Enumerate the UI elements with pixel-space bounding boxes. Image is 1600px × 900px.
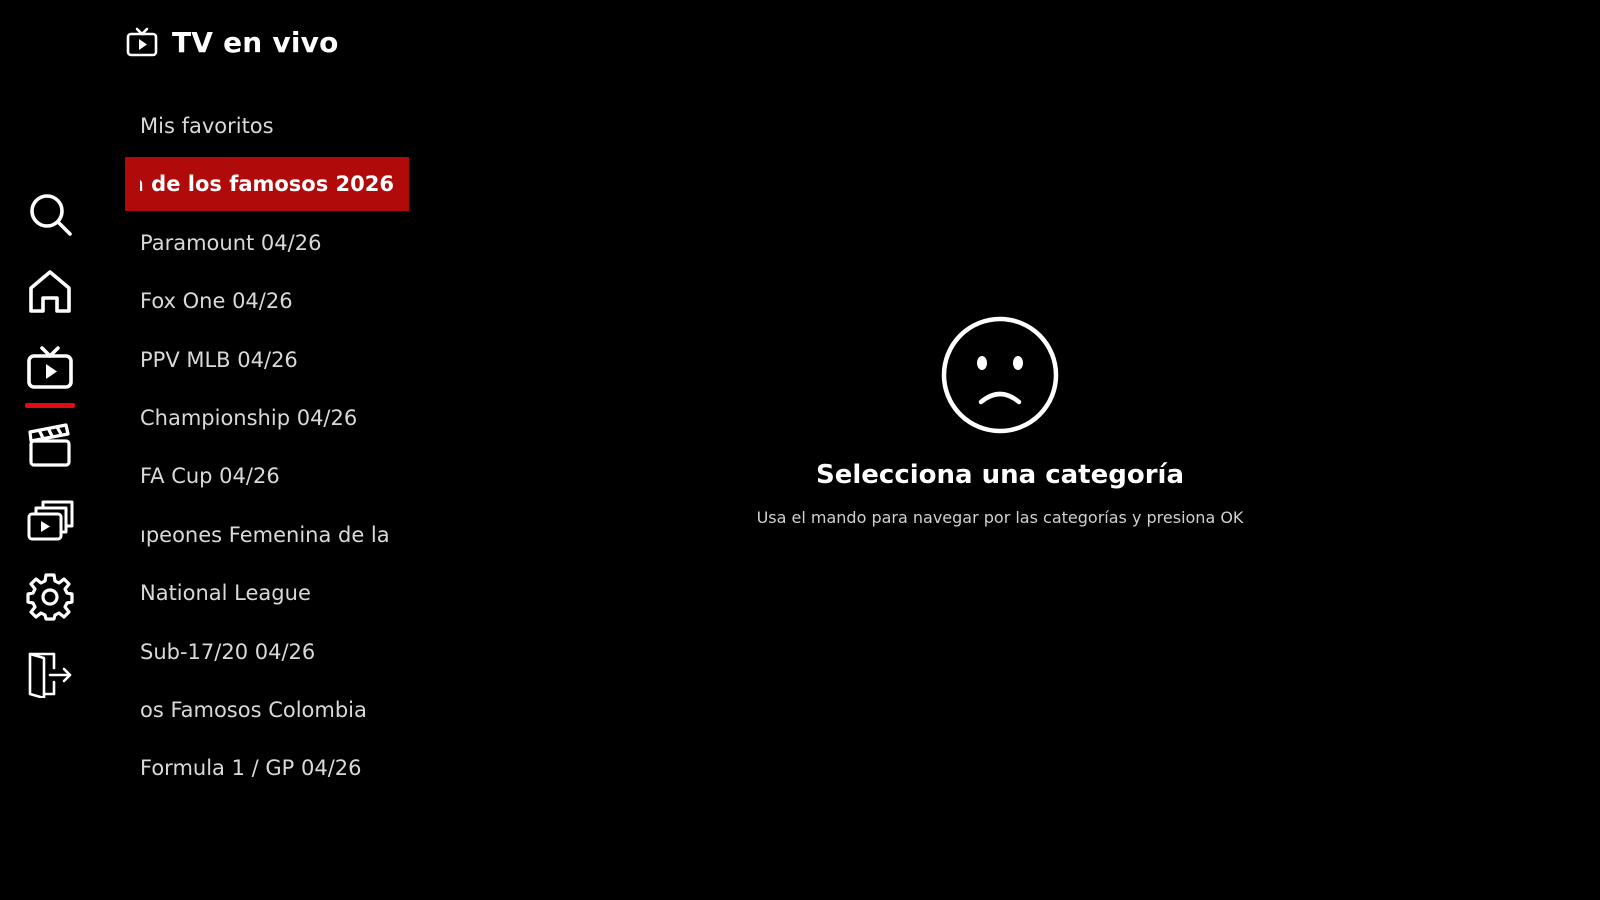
sad-face-icon xyxy=(941,316,1059,434)
category-label: FA Cup 04/26 xyxy=(140,464,280,489)
side-nav xyxy=(0,0,100,900)
category-label: National League xyxy=(140,581,311,606)
category-item[interactable]: FA Cup 04/26 xyxy=(125,449,409,503)
category-item[interactable]: PPV MLB 04/26 xyxy=(125,333,409,387)
category-label: Championship 04/26 xyxy=(140,405,358,430)
search-icon xyxy=(30,194,72,236)
category-label: Mis favoritos xyxy=(140,114,274,138)
nav-search[interactable] xyxy=(26,190,74,238)
category-item[interactable]: National League xyxy=(125,566,409,620)
category-item[interactable]: os Famosos Colombia xyxy=(125,683,409,737)
category-item[interactable]: Formula 1 / GP 04/26 xyxy=(125,741,409,795)
category-label: ıpeones Femenina de la xyxy=(140,522,390,547)
live-tv-icon xyxy=(27,346,73,389)
category-item[interactable]: Paramount 04/26 xyxy=(125,216,409,270)
live-tv-icon xyxy=(126,27,158,57)
nav-home[interactable] xyxy=(26,267,74,315)
active-nav-indicator xyxy=(25,403,75,408)
exit-door-icon xyxy=(28,652,72,698)
nav-series[interactable] xyxy=(26,497,74,545)
category-item-favorites[interactable]: Mis favoritos xyxy=(125,99,409,153)
clapperboard-icon xyxy=(28,423,71,467)
page-header: TV en vivo xyxy=(126,20,339,64)
category-item[interactable]: Fox One 04/26 xyxy=(125,274,409,328)
category-label: Formula 1 / GP 04/26 xyxy=(140,756,362,781)
page-title: TV en vivo xyxy=(172,25,339,59)
category-label: Sub-17/20 04/26 xyxy=(140,639,316,664)
category-list: Mis favoritos asa de los famosos 2026 Pa… xyxy=(125,99,409,800)
category-label: Fox One 04/26 xyxy=(140,289,293,314)
nav-live-tv[interactable] xyxy=(26,345,74,393)
empty-state-message: Usa el mando para navegar por las catego… xyxy=(756,508,1244,527)
category-label: PPV MLB 04/26 xyxy=(140,347,298,372)
category-label: os Famosos Colombia xyxy=(140,697,367,722)
category-label: asa de los famosos 2026 xyxy=(140,172,394,197)
gear-icon xyxy=(26,573,74,621)
empty-state-title: Selecciona una categoría xyxy=(816,460,1184,490)
home-icon xyxy=(29,270,71,313)
nav-logout[interactable] xyxy=(26,650,74,698)
category-item[interactable]: Championship 04/26 xyxy=(125,391,409,445)
empty-state: Selecciona una categoría Usa el mando pa… xyxy=(700,316,1300,527)
stacked-video-icon xyxy=(27,500,74,541)
category-item[interactable]: Sub-17/20 04/26 xyxy=(125,625,409,679)
nav-settings[interactable] xyxy=(26,573,74,621)
nav-movies[interactable] xyxy=(26,421,74,469)
category-item-selected[interactable]: asa de los famosos 2026 xyxy=(125,157,409,212)
category-label: Paramount 04/26 xyxy=(140,230,322,255)
category-item[interactable]: ıpeones Femenina de la xyxy=(125,508,409,562)
